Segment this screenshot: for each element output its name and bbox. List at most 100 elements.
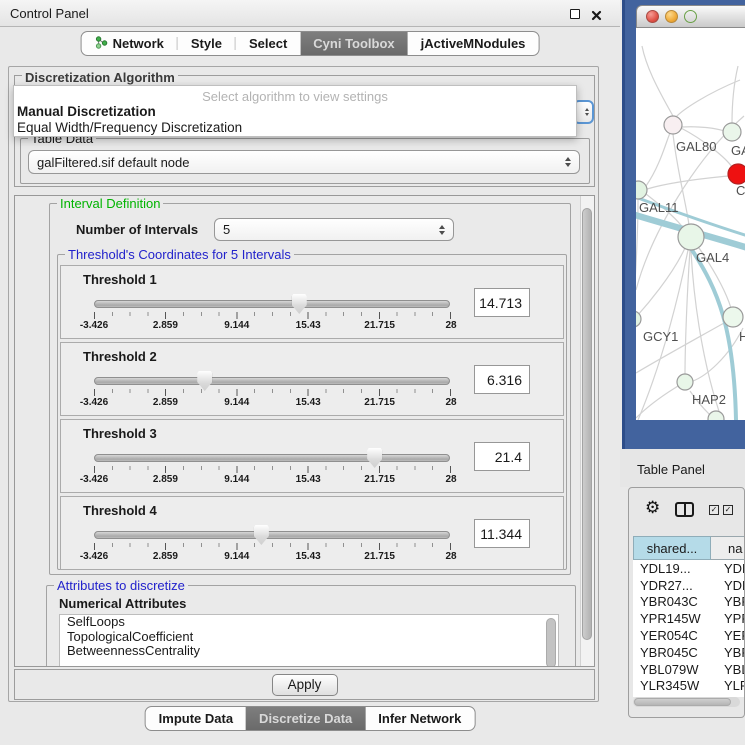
node-gcy1[interactable] <box>636 311 641 327</box>
network-canvas[interactable]: GAL80GACGAL11GAL4GCY1HHAP2 <box>636 28 745 420</box>
split-view-icon[interactable] <box>675 502 694 517</box>
column-header-shared-name[interactable]: shared... <box>633 536 711 560</box>
minimize-traffic-light-icon[interactable] <box>665 10 678 23</box>
tick-label: 21.715 <box>364 320 395 331</box>
network-view-window: GAL80GACGAL11GAL4GCY1HHAP2 <box>622 0 745 449</box>
close-icon[interactable] <box>591 8 602 19</box>
threshold-1-value-field[interactable]: 14.713 <box>474 288 530 317</box>
table-cell: YBR043C <box>633 594 711 609</box>
slider-scale: -3.4262.8599.14415.4321.71528 <box>94 474 451 486</box>
spinner-arrows-icon <box>439 225 445 235</box>
table-data-combobox[interactable]: galFiltered.sif default node <box>28 150 580 174</box>
node-gal11[interactable] <box>636 181 647 199</box>
table-cell: YDR2 <box>711 578 745 593</box>
tick-label: 9.144 <box>224 474 249 485</box>
slider-thumb[interactable] <box>292 294 307 314</box>
tab-infer-network[interactable]: Infer Network <box>365 707 474 730</box>
tab-label: Network <box>113 36 164 51</box>
table-row[interactable]: YDR27...YDR2 <box>633 577 745 594</box>
tab-select[interactable]: Select <box>236 32 300 55</box>
scrollbar-thumb[interactable] <box>582 208 592 640</box>
slider-ticks <box>94 543 451 550</box>
tick-label: 15.43 <box>296 397 321 408</box>
column-header-name[interactable]: na <box>711 536 745 560</box>
table-row[interactable]: YDL19...YDL1 <box>633 560 745 577</box>
tab-impute-data[interactable]: Impute Data <box>146 707 246 730</box>
slider-thumb[interactable] <box>367 448 382 468</box>
tick-label: 9.144 <box>224 551 249 562</box>
popup-item-manual-discretization[interactable]: Manual Discretization <box>14 104 576 120</box>
table-hscrollbar[interactable] <box>633 697 740 707</box>
attribute-item[interactable]: SelfLoops <box>60 615 558 630</box>
list-scrollbar[interactable] <box>546 618 556 667</box>
settings-scrollbar[interactable] <box>580 196 594 666</box>
control-panel: Control Panel Network Style Select Cyni … <box>0 0 620 745</box>
table-cell: YBR045C <box>633 645 711 660</box>
node-label-selected-red: C <box>736 183 745 198</box>
spinner-arrows-icon <box>585 108 589 116</box>
table-header-row: shared... na <box>633 536 745 560</box>
table-row[interactable]: YBR045CYBR0 <box>633 644 745 661</box>
close-traffic-light-icon[interactable] <box>646 10 659 23</box>
number-of-intervals-value: 5 <box>223 222 230 237</box>
threshold-4-label: Threshold 4 <box>83 503 157 518</box>
table-row[interactable]: YER054CYER0 <box>633 627 745 644</box>
threshold-1-slider[interactable] <box>94 300 450 308</box>
scrollbar-thumb[interactable] <box>634 698 731 706</box>
table-data-value: galFiltered.sif default node <box>37 155 189 170</box>
slider-thumb[interactable] <box>197 371 212 391</box>
threshold-4-panel: Threshold 4 -3.4262.8599.14415.4321.7152… <box>60 496 564 570</box>
node-top-right[interactable] <box>723 123 741 141</box>
node-selected-red[interactable] <box>728 164 745 184</box>
threshold-4-slider[interactable] <box>94 531 450 539</box>
table-row[interactable]: YPR145WYPR1 <box>633 610 745 627</box>
threshold-3-value-field[interactable]: 21.4 <box>474 442 530 471</box>
threshold-2-value-field[interactable]: 6.316 <box>474 365 530 394</box>
tab-label: jActiveMNodules <box>421 36 526 51</box>
checkbox-checked-icon[interactable]: ✓ <box>709 505 719 515</box>
node-right-h[interactable] <box>723 307 743 327</box>
tab-network[interactable]: Network <box>82 32 177 55</box>
node-hap2[interactable] <box>677 374 693 390</box>
table-data-group: Table Data galFiltered.sif default node <box>20 138 590 184</box>
apply-row: Apply <box>14 669 595 700</box>
node-gal80[interactable] <box>664 116 682 134</box>
node-gal4[interactable] <box>678 224 704 250</box>
table-row[interactable]: YBL079WYBL0 <box>633 661 745 678</box>
zoom-traffic-light-icon[interactable] <box>684 10 697 23</box>
number-of-intervals-combobox[interactable]: 5 <box>214 218 454 241</box>
table-cell: YDR27... <box>633 578 711 593</box>
threshold-4-value-field[interactable]: 11.344 <box>474 519 530 548</box>
numerical-attributes-list[interactable]: SelfLoopsTopologicalCoefficientBetweenne… <box>59 614 559 667</box>
table-row[interactable]: YLR345WYLR3 <box>633 678 745 695</box>
popup-item-equal-width[interactable]: Equal Width/Frequency Discretization <box>14 120 576 136</box>
slider-thumb[interactable] <box>254 525 269 545</box>
gear-icon[interactable]: ⚙ <box>645 498 660 518</box>
tab-discretize-data[interactable]: Discretize Data <box>246 707 365 730</box>
tab-label: Impute Data <box>159 711 233 726</box>
number-of-intervals-label: Number of Intervals <box>76 222 198 237</box>
float-icon[interactable] <box>570 9 580 19</box>
attribute-item[interactable]: BetweennessCentrality <box>60 644 558 659</box>
checkbox-checked-icon[interactable]: ✓ <box>723 505 733 515</box>
tab-style[interactable]: Style <box>178 32 235 55</box>
slider-scale: -3.4262.8599.14415.4321.71528 <box>94 551 451 563</box>
attribute-item[interactable]: TopologicalCoefficient <box>60 630 558 645</box>
slider-ticks <box>94 389 451 396</box>
tick-label: 2.859 <box>153 397 178 408</box>
tick-label: 9.144 <box>224 320 249 331</box>
apply-button[interactable]: Apply <box>272 674 338 696</box>
node-label-right-h: H <box>739 329 745 344</box>
threshold-2-slider[interactable] <box>94 377 450 385</box>
table-cell: YDL1 <box>711 561 745 576</box>
threshold-3-slider[interactable] <box>94 454 450 462</box>
tick-label: 28 <box>445 474 456 485</box>
tab-cyni-toolbox[interactable]: Cyni Toolbox <box>300 32 407 55</box>
bottom-tabbar: Impute Data Discretize Data Infer Networ… <box>145 706 476 731</box>
table-row[interactable]: YBR043CYBR0 <box>633 594 745 611</box>
popup-placeholder: Select algorithm to view settings <box>14 86 576 104</box>
tab-label: Select <box>249 36 287 51</box>
node-bottom[interactable] <box>708 411 724 420</box>
tick-label: 2.859 <box>153 474 178 485</box>
tab-jactivemnodules[interactable]: jActiveMNodules <box>408 32 539 55</box>
